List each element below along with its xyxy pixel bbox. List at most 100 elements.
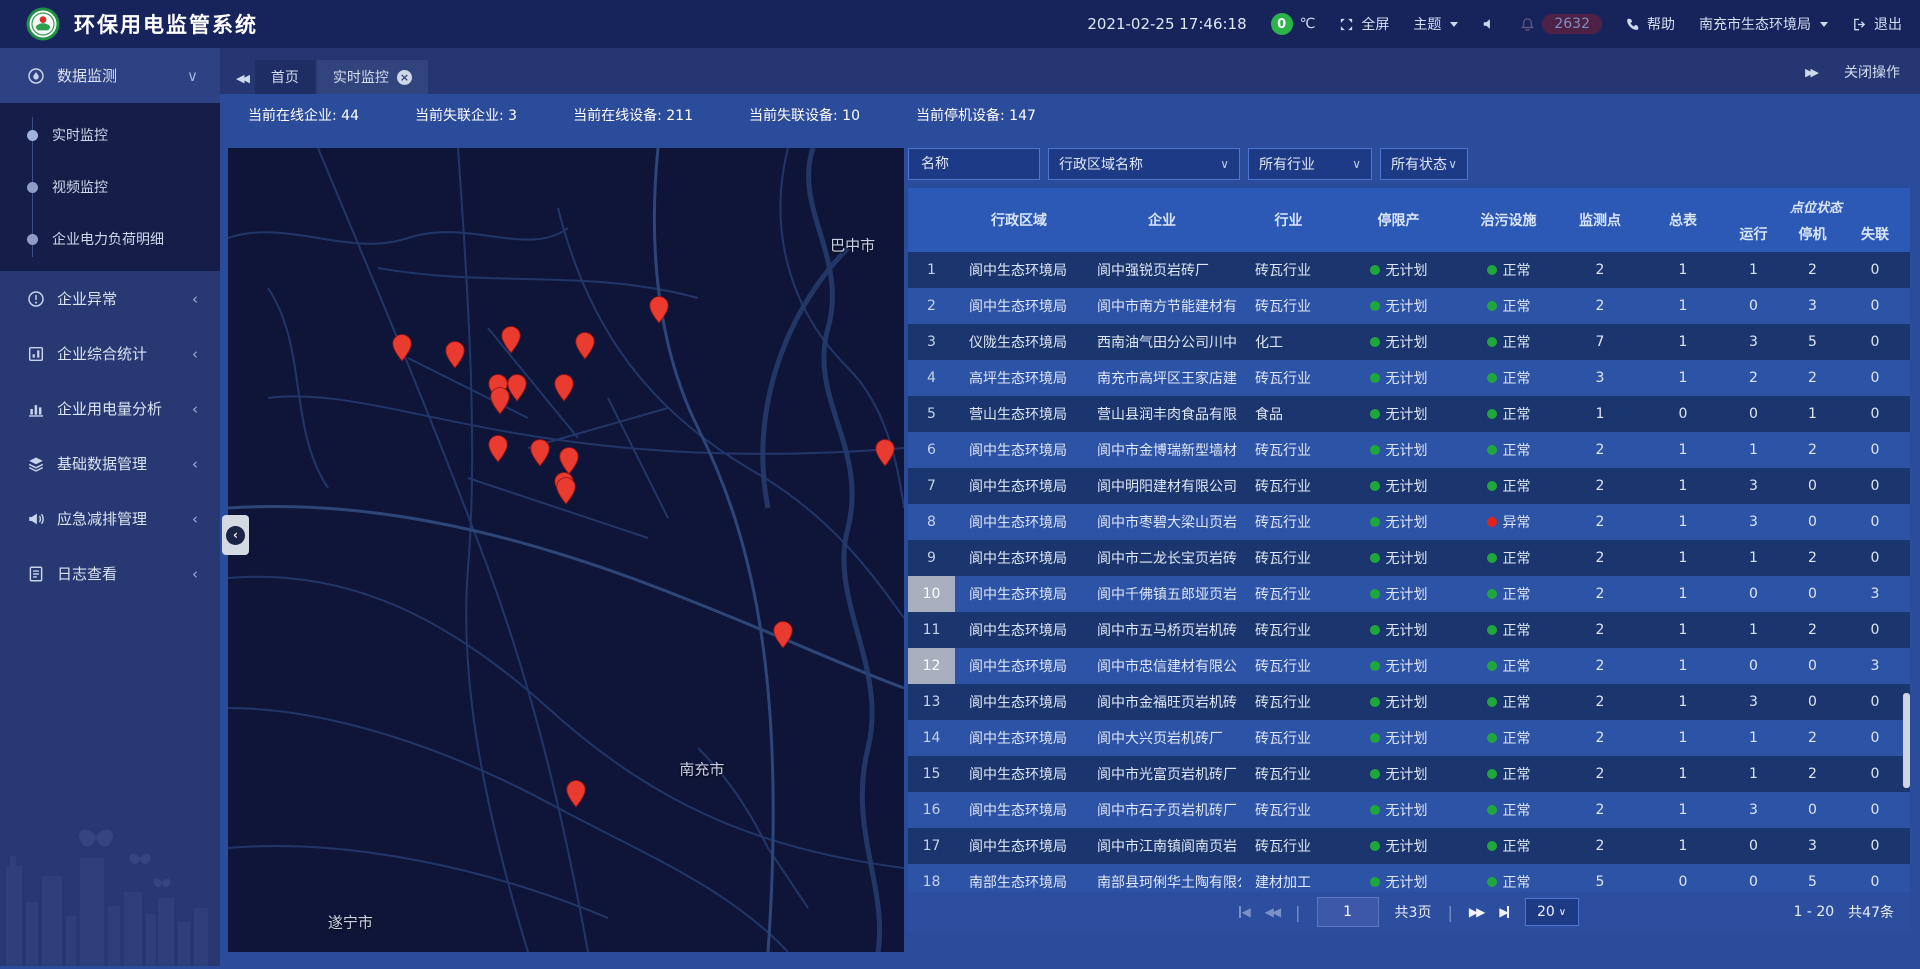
fullscreen-button[interactable]: 全屏 [1339,14,1389,34]
next-page-button[interactable]: ▶▶ [1469,905,1483,919]
sidebar-item[interactable]: 应急减排管理 ‹ [0,491,220,546]
row-index: 15 [908,756,955,792]
close-operations-button[interactable]: 关闭操作 [1844,62,1900,82]
table-row[interactable]: 7 阆中生态环境局 阆中明阳建材有限公司 砖瓦行业 无计划 正常 2 1 3 0… [908,468,1910,504]
first-page-button[interactable]: ◀ [1239,905,1248,919]
logout-button[interactable]: 退出 [1852,14,1902,34]
table-row[interactable]: 8 阆中生态环境局 阆中市枣碧大梁山页岩 砖瓦行业 无计划 异常 2 1 3 0… [908,504,1910,540]
notification-button[interactable]: 2632 [1520,14,1602,34]
table-row[interactable]: 14 阆中生态环境局 阆中大兴页岩机砖厂 砖瓦行业 无计划 正常 2 1 1 2… [908,720,1910,756]
map-panel[interactable]: 巴中市南充市遂宁市 [228,148,904,952]
sidebar-subitem[interactable]: 企业电力负荷明细 [0,213,220,265]
temperature-unit: ℃ [1300,16,1316,32]
cell-industry: 食品 [1241,396,1336,432]
cell-lost: 0 [1840,504,1910,540]
cell-meters: 1 [1644,468,1722,504]
map-pin[interactable] [553,374,575,402]
map-pin[interactable] [772,621,794,649]
cell-company: 南充市高坪区王家店建 [1083,360,1241,396]
page-size-select[interactable]: 20 ∨ [1525,898,1579,926]
sidebar-item[interactable]: 日志查看 ‹ [0,546,220,601]
map-pin[interactable] [648,295,670,323]
tab-item[interactable]: 首页 [255,60,315,94]
tabs-scroll-right-button[interactable]: ▶▶ [1805,66,1816,79]
row-index: 5 [908,396,955,432]
map-pin[interactable] [529,438,551,466]
sidebar-subitem[interactable]: 视频监控 [0,161,220,213]
table-row[interactable]: 18 南部生态环境局 南部县珂俐华土陶有限公 建材加工 无计划 正常 5 0 0… [908,864,1910,892]
cell-limit: 无计划 [1336,864,1461,892]
prev-page-button[interactable]: ◀◀ [1265,905,1279,919]
map-pin[interactable] [487,434,509,462]
table-scrollbar-thumb[interactable] [1903,693,1910,788]
map-pin[interactable] [500,326,522,354]
alert-icon [27,290,45,308]
map-pin[interactable] [489,386,511,414]
table-row[interactable]: 4 高坪生态环境局 南充市高坪区王家店建 砖瓦行业 无计划 正常 3 1 2 2… [908,360,1910,396]
name-filter-input[interactable] [919,155,1029,173]
sidebar-item[interactable]: 数据监测 ∨ [0,48,220,103]
cell-run: 1 [1722,540,1785,576]
help-label: 帮助 [1647,14,1675,34]
cell-points: 2 [1556,252,1644,288]
status-filter-select[interactable]: 所有状态 ∨ [1380,148,1468,180]
sidebar-item[interactable]: 企业综合统计 ‹ [0,326,220,381]
map-pin[interactable] [558,446,580,474]
status-dot [1370,841,1380,851]
cell-points: 2 [1556,468,1644,504]
org-dropdown[interactable]: 南充市生态环境局 [1699,14,1828,34]
tab-close-icon[interactable]: × [397,70,412,85]
table-row[interactable]: 13 阆中生态环境局 阆中市金福旺页岩机砖 砖瓦行业 无计划 正常 2 1 3 … [908,684,1910,720]
table-row[interactable]: 9 阆中生态环境局 阆中市二龙长宝页岩砖 砖瓦行业 无计划 正常 2 1 1 2… [908,540,1910,576]
cell-limit: 无计划 [1336,288,1461,324]
status-dot [1487,409,1497,419]
table-row[interactable]: 17 阆中生态环境局 阆中市江南镇阆南页岩 砖瓦行业 无计划 正常 2 1 0 … [908,828,1910,864]
map-pin[interactable] [574,332,596,360]
cell-company: 阆中市金博瑞新型墙材 [1083,432,1241,468]
cell-meters: 0 [1644,396,1722,432]
layers-icon [27,455,45,473]
bell-icon [1520,17,1535,32]
table-row[interactable]: 1 阆中生态环境局 阆中强锐页岩砖厂 砖瓦行业 无计划 正常 2 1 1 2 0 [908,252,1910,288]
status-dot [1370,265,1380,275]
table-row[interactable]: 3 仪陇生态环境局 西南油气田分公司川中 化工 无计划 正常 7 1 3 5 0 [908,324,1910,360]
sidebar-subitem[interactable]: 实时监控 [0,109,220,161]
table-row[interactable]: 5 营山生态环境局 营山县润丰肉食品有限 食品 无计划 正常 1 0 0 1 0 [908,396,1910,432]
table-row[interactable]: 16 阆中生态环境局 阆中市石子页岩机砖厂 砖瓦行业 无计划 正常 2 1 3 … [908,792,1910,828]
tab-active[interactable]: 实时监控 × [317,60,428,94]
sidebar-item[interactable]: 企业异常 ‹ [0,271,220,326]
sidebar-item[interactable]: 基础数据管理 ‹ [0,436,220,491]
map-pin[interactable] [555,477,577,505]
cell-industry: 砖瓦行业 [1241,252,1336,288]
table-row[interactable]: 15 阆中生态环境局 阆中市光富页岩机砖厂 砖瓦行业 无计划 正常 2 1 1 … [908,756,1910,792]
map-pin[interactable] [874,438,896,466]
tabs-scroll-left-button[interactable]: ◀◀ [236,72,247,85]
bullet-icon [27,130,38,141]
status-dot [1487,337,1497,347]
sidebar-item[interactable]: 企业用电量分析 ‹ [0,381,220,436]
table-row[interactable]: 11 阆中生态环境局 阆中市五马桥页岩机砖 砖瓦行业 无计划 正常 2 1 1 … [908,612,1910,648]
map-pin[interactable] [391,334,413,362]
region-filter-select[interactable]: 行政区域名称 ∨ [1048,148,1240,180]
name-filter-field[interactable] [908,148,1040,180]
help-button[interactable]: 帮助 [1626,14,1675,34]
map-pin[interactable] [565,780,587,808]
table-row[interactable]: 10 阆中生态环境局 阆中千佛镇五郎垭页岩 砖瓦行业 无计划 正常 2 1 0 … [908,576,1910,612]
mute-button[interactable] [1482,17,1496,31]
industry-filter-select[interactable]: 所有行业 ∨ [1248,148,1372,180]
cell-stop: 5 [1785,324,1840,360]
map-collapse-button[interactable]: ‹ [222,515,249,555]
status-dot [1370,625,1380,635]
table-rows: 1 阆中生态环境局 阆中强锐页岩砖厂 砖瓦行业 无计划 正常 2 1 1 2 0… [908,252,1910,892]
col-limit: 停限产 [1336,188,1461,252]
cell-points: 2 [1556,720,1644,756]
theme-button[interactable]: 主题 [1413,14,1458,34]
table-row[interactable]: 2 阆中生态环境局 阆中市南方节能建材有 砖瓦行业 无计划 正常 2 1 0 3… [908,288,1910,324]
cell-points: 2 [1556,288,1644,324]
cell-stop: 0 [1785,648,1840,684]
table-row[interactable]: 6 阆中生态环境局 阆中市金博瑞新型墙材 砖瓦行业 无计划 正常 2 1 1 2… [908,432,1910,468]
page-number-input[interactable] [1317,897,1379,927]
last-page-button[interactable]: ▶ [1499,905,1508,919]
table-row[interactable]: 12 阆中生态环境局 阆中市忠信建材有限公 砖瓦行业 无计划 正常 2 1 0 … [908,648,1910,684]
map-pin[interactable] [444,341,466,369]
